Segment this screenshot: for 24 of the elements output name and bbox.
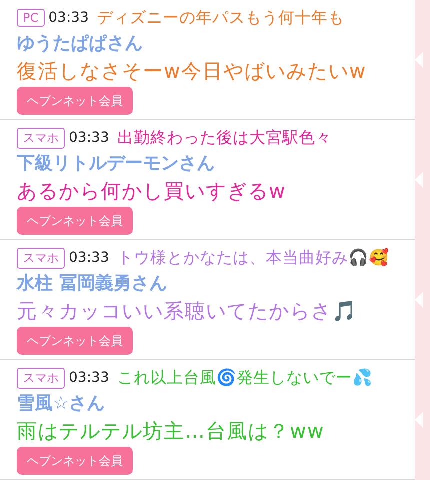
- overlay-comment: 雨はテルテル坊主…台風は？ww: [17, 418, 325, 444]
- user-name[interactable]: ゆうたぱぱさん: [17, 33, 143, 55]
- comment-time: 03:33: [48, 10, 89, 26]
- overlay-comment: あるから何かし買いすぎるw: [17, 178, 286, 204]
- overlay-comment: トウ様とかなたは、本当曲好み🎧🥰: [117, 247, 390, 269]
- overlay-comment: ディズニーの年パスもう何十年も: [96, 7, 344, 29]
- overlay-comment: 出勤終わった後は大宮駅色々: [117, 127, 332, 149]
- overlay-comment: これ以上台風🌀発生しないでー💦: [117, 367, 373, 389]
- overlay-comment: 復活しなさそーw今日やばいみたいw: [17, 58, 367, 84]
- device-tag: スマホ: [17, 368, 65, 388]
- comment-time: 03:33: [69, 250, 110, 266]
- user-name[interactable]: 水柱 冨岡義勇さん: [17, 273, 168, 295]
- comment-time: 03:33: [69, 130, 110, 146]
- user-name[interactable]: 雪風☆さん: [17, 393, 106, 415]
- device-tag: PC: [17, 9, 45, 27]
- user-name[interactable]: 下級リトルデーモンさん: [17, 153, 215, 175]
- device-tag: スマホ: [17, 128, 65, 148]
- member-button[interactable]: ヘブンネット会員: [17, 327, 133, 355]
- comment-time: 03:33: [69, 370, 110, 386]
- member-button[interactable]: ヘブンネット会員: [17, 87, 133, 115]
- overlay-comment: 元々カッコいい系聴いてたからさ🎵: [17, 298, 358, 324]
- member-button[interactable]: ヘブンネット会員: [17, 447, 133, 475]
- device-tag: スマホ: [17, 248, 65, 268]
- member-button[interactable]: ヘブンネット会員: [17, 207, 133, 235]
